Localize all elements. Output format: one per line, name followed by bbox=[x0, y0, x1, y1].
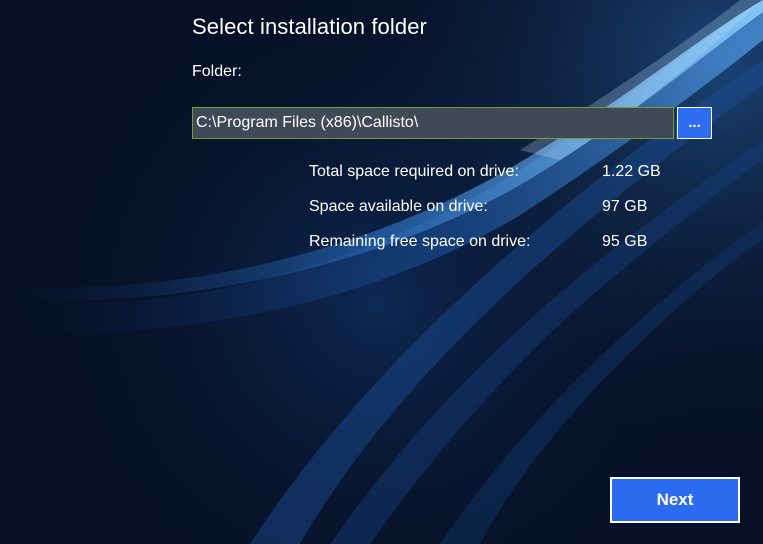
folder-path-input[interactable] bbox=[192, 107, 674, 139]
available-space-value: 97 GB bbox=[602, 198, 648, 215]
remaining-space-value: 95 GB bbox=[602, 233, 648, 250]
available-space-label: Space available on drive: bbox=[309, 198, 488, 215]
folder-label: Folder: bbox=[192, 63, 242, 80]
next-button[interactable]: Next bbox=[610, 477, 740, 523]
total-space-label: Total space required on drive: bbox=[309, 163, 519, 180]
page-title: Select installation folder bbox=[192, 14, 427, 39]
remaining-space-label: Remaining free space on drive: bbox=[309, 233, 531, 250]
installer-dialog: Select installation folder Folder: ... T… bbox=[0, 0, 763, 544]
total-space-value: 1.22 GB bbox=[602, 163, 661, 180]
browse-button[interactable]: ... bbox=[677, 107, 712, 139]
